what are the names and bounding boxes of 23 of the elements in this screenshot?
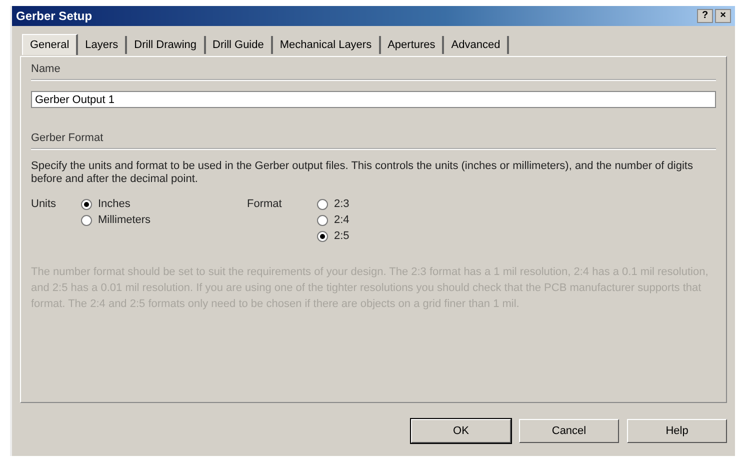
window-title: Gerber Setup <box>16 9 92 23</box>
dialog-button[interactable]: OK <box>411 419 511 443</box>
tab[interactable]: General <box>22 34 78 55</box>
dialog-button[interactable]: Cancel <box>519 419 619 443</box>
option-label[interactable]: 2:4 <box>334 214 350 226</box>
description-text: Specify the units and format to be used in the Gerber output files. This controls the units (inches or millimeters), and the number of digits before and after the decimal point. <box>31 160 694 186</box>
radio-button[interactable] <box>81 198 92 210</box>
section-heading: Name <box>31 63 62 75</box>
help-button[interactable]: ? <box>697 9 713 23</box>
radio-button[interactable] <box>317 214 328 226</box>
option-label[interactable]: 2:5 <box>334 230 350 242</box>
name-field[interactable]: Gerber Output 1 <box>31 91 716 108</box>
radio-button[interactable] <box>317 198 328 210</box>
format-label: Format <box>247 198 283 210</box>
option-label[interactable]: Millimeters <box>98 214 151 226</box>
dialog-button[interactable]: Help <box>627 419 727 443</box>
option-label[interactable]: Inches <box>98 198 130 210</box>
radio-button[interactable] <box>81 214 92 226</box>
option-label[interactable]: 2:3 <box>334 198 350 210</box>
radio-button[interactable] <box>317 230 328 242</box>
units-label: Units <box>31 198 58 210</box>
close-button[interactable]: × <box>715 9 731 23</box>
section-heading: Gerber Format <box>31 132 104 144</box>
